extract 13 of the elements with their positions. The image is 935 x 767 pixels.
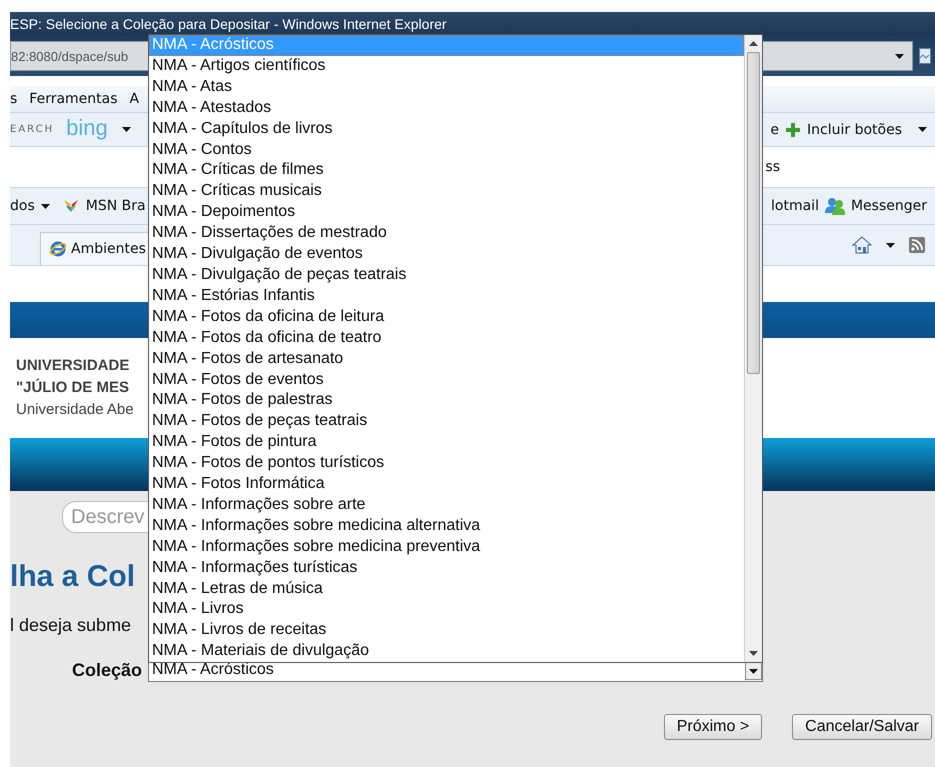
instruction-text: l deseja subme — [10, 615, 132, 636]
address-url: 82:8080/dspace/sub — [11, 48, 128, 64]
search-placeholder: Descrev — [70, 506, 144, 528]
toolbar-text: ss — [765, 159, 780, 175]
university-name: UNIVERSIDADE — [16, 356, 130, 376]
search-label: EARCH — [10, 124, 54, 135]
collection-label: Coleção — [70, 660, 143, 680]
toolbar-text: e — [770, 122, 780, 138]
university-name: "JÚLIO DE MES — [16, 378, 129, 398]
page-heading: lha a Col — [10, 559, 136, 595]
window-title: ESP: Selecione a Coleção para Depositar - Windows Internet Explorer — [10, 16, 447, 32]
university-name: Universidade Abe — [16, 400, 134, 420]
search-logo: bing — [66, 114, 108, 140]
